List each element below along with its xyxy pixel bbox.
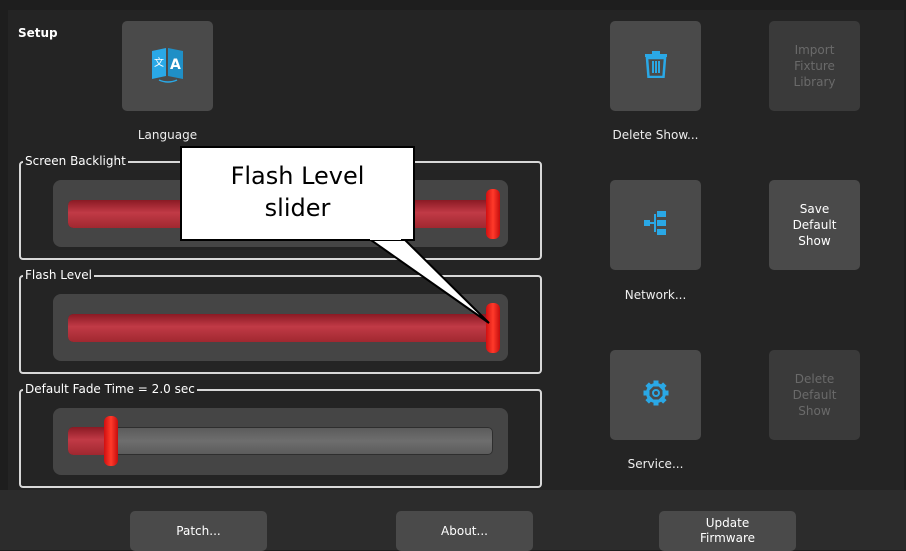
- patch-button[interactable]: Patch...: [130, 511, 267, 551]
- about-button[interactable]: About...: [396, 511, 533, 551]
- update-label-line1: Update: [705, 516, 750, 530]
- patch-label: Patch...: [176, 523, 221, 538]
- callout-pointer-cover: [370, 237, 401, 240]
- update-firmware-button[interactable]: Update Firmware: [659, 511, 796, 551]
- about-label: About...: [441, 523, 488, 538]
- bottom-bar: Patch... About... Update Firmware: [0, 490, 906, 551]
- update-label-line2: Firmware: [700, 531, 755, 545]
